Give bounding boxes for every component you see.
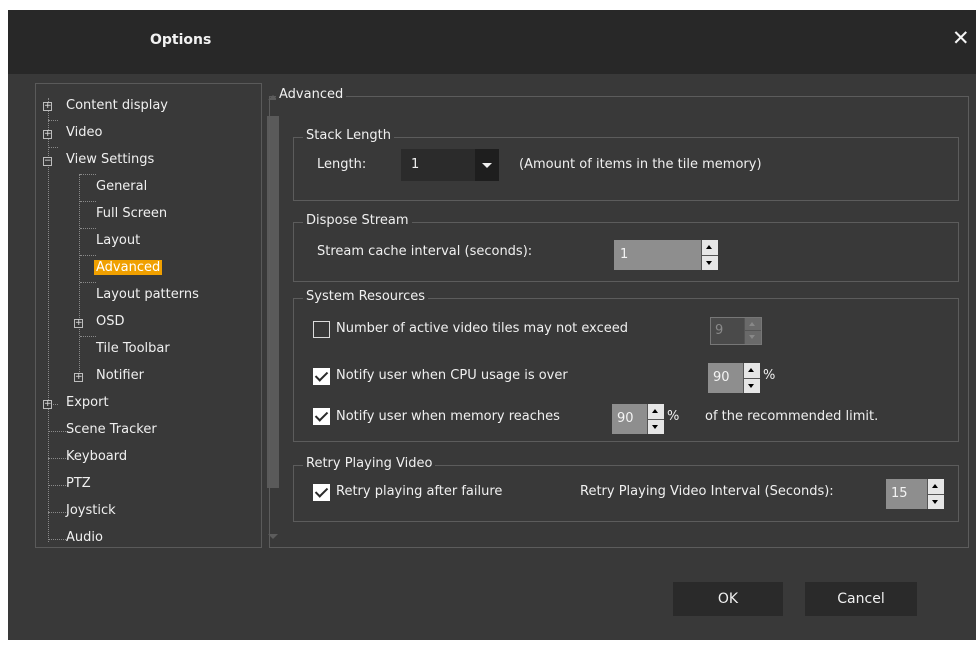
memory-checkbox[interactable] — [313, 408, 330, 425]
spin-up-icon[interactable] — [706, 245, 712, 249]
spin-down-icon[interactable] — [748, 384, 754, 388]
tree-item-advanced[interactable]: Advanced — [94, 257, 163, 279]
retry-interval-spinner[interactable]: 15 — [886, 479, 944, 509]
collapse-icon[interactable]: − — [43, 157, 52, 166]
length-dropdown[interactable]: 1 — [401, 149, 499, 181]
stream-cache-spinner[interactable]: 1 — [614, 240, 718, 270]
options-dialog: Options ✕ + + − + + + Content display Vi… — [8, 10, 976, 640]
stream-cache-label: Stream cache interval (seconds): — [317, 244, 533, 259]
length-label: Length: — [317, 157, 367, 172]
spin-up-icon[interactable] — [652, 409, 658, 413]
advanced-panel-title: Advanced — [276, 87, 347, 102]
tree-item-tile-toolbar[interactable]: Tile Toolbar — [94, 338, 172, 360]
close-icon[interactable]: ✕ — [952, 26, 970, 50]
tree-item-view-settings[interactable]: View Settings — [64, 149, 156, 171]
length-note: (Amount of items in the tile memory) — [519, 157, 762, 172]
length-value: 1 — [411, 157, 420, 172]
retry-checkbox[interactable] — [313, 484, 330, 501]
memory-label: Notify user when memory reaches — [336, 409, 560, 424]
cancel-button[interactable]: Cancel — [805, 582, 917, 616]
retry-legend: Retry Playing Video — [303, 456, 436, 471]
tree-item-video[interactable]: Video — [64, 122, 104, 144]
spin-up-icon[interactable] — [748, 368, 754, 372]
tree-item-audio[interactable]: Audio — [64, 527, 105, 549]
expand-icon[interactable]: + — [74, 319, 83, 328]
cpu-unit: % — [763, 368, 776, 383]
tree-item-export[interactable]: Export — [64, 392, 111, 414]
tree-item-notifier[interactable]: Notifier — [94, 365, 146, 387]
spin-down-icon[interactable] — [652, 425, 658, 429]
expand-icon[interactable]: + — [43, 400, 52, 409]
max-tiles-spinner[interactable]: 9 — [710, 317, 762, 345]
cpu-spinner[interactable]: 90 — [708, 363, 760, 393]
chevron-down-icon[interactable] — [475, 149, 499, 181]
title-bar[interactable]: Options ✕ — [8, 10, 976, 74]
max-tiles-checkbox[interactable] — [313, 321, 330, 338]
tree-item-content-display[interactable]: Content display — [64, 95, 170, 117]
retry-label: Retry playing after failure — [336, 484, 503, 499]
tree-item-scene-tracker[interactable]: Scene Tracker — [64, 419, 159, 441]
spin-down-icon[interactable] — [749, 335, 755, 339]
tree-item-full-screen[interactable]: Full Screen — [94, 203, 169, 225]
memory-spinner[interactable]: 90 — [612, 404, 664, 434]
tree-item-joystick[interactable]: Joystick — [64, 500, 118, 522]
expand-icon[interactable]: + — [43, 130, 52, 139]
system-resources-legend: System Resources — [303, 289, 428, 304]
memory-suffix: of the recommended limit. — [705, 409, 879, 424]
tree-item-layout-patterns[interactable]: Layout patterns — [94, 284, 201, 306]
tree-item-keyboard[interactable]: Keyboard — [64, 446, 129, 468]
spin-up-icon[interactable] — [749, 322, 755, 326]
tree-item-layout[interactable]: Layout — [94, 230, 142, 252]
spin-down-icon[interactable] — [932, 500, 938, 504]
memory-unit: % — [667, 409, 680, 424]
expand-icon[interactable]: + — [43, 102, 52, 111]
tree-item-general[interactable]: General — [94, 176, 149, 198]
tree-item-osd[interactable]: OSD — [94, 311, 127, 333]
ok-button[interactable]: OK — [673, 582, 783, 616]
spin-up-icon[interactable] — [932, 484, 938, 488]
max-tiles-label: Number of active video tiles may not exc… — [336, 321, 629, 336]
spin-down-icon[interactable] — [706, 261, 712, 265]
stack-length-legend: Stack Length — [303, 128, 394, 143]
cpu-checkbox[interactable] — [313, 368, 330, 385]
settings-tree[interactable]: + + − + + + Content display Video View S… — [35, 83, 279, 549]
cpu-label: Notify user when CPU usage is over — [336, 368, 568, 383]
dialog-title: Options — [150, 32, 212, 48]
tree-item-ptz[interactable]: PTZ — [64, 473, 93, 495]
expand-icon[interactable]: + — [74, 373, 83, 382]
dispose-stream-legend: Dispose Stream — [303, 213, 412, 228]
retry-interval-label: Retry Playing Video Interval (Seconds): — [580, 484, 834, 499]
